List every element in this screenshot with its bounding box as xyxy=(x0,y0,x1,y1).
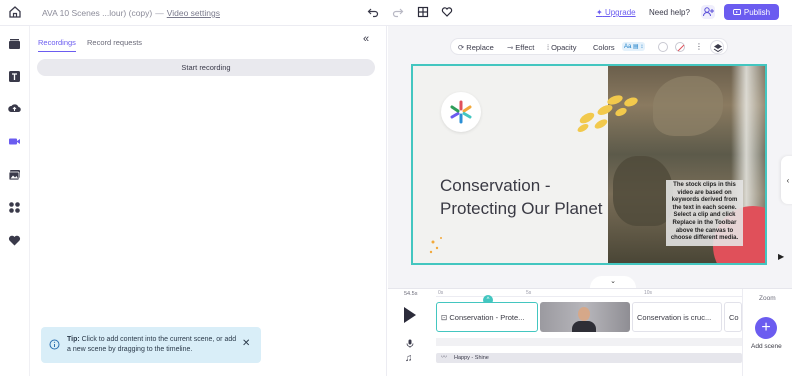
scene-clip-2[interactable] xyxy=(540,302,630,332)
tab-record-requests[interactable]: Record requests xyxy=(87,38,142,47)
scene-canvas[interactable]: Conservation - Protecting Our Planet The… xyxy=(411,64,767,265)
rock-shape xyxy=(613,156,673,226)
info-icon xyxy=(49,339,60,350)
scene-label: ⊡ Conservation - Prote... xyxy=(441,313,524,322)
heart-icon[interactable] xyxy=(441,6,453,18)
color-swatch-none[interactable] xyxy=(675,42,685,52)
tip-message: Click to add content into the current sc… xyxy=(67,336,237,353)
tip-banner: Tip: Click to add content into the curre… xyxy=(41,327,261,363)
project-title: AVA 10 Scenes ...lour) (copy) — Video sett… xyxy=(42,8,220,18)
project-name[interactable]: AVA 10 Scenes ...lour) (copy) xyxy=(42,8,152,18)
opacity-label: Opacity xyxy=(551,43,577,52)
ruler-tick: 10s xyxy=(644,290,653,296)
video-settings-link[interactable]: Video settings xyxy=(167,8,220,18)
left-rail xyxy=(0,26,30,376)
collapse-panel-icon[interactable]: « xyxy=(363,33,369,45)
colors-button[interactable]: Colors xyxy=(593,43,615,52)
brand-heart-icon[interactable] xyxy=(8,234,21,247)
scene-clip-3[interactable]: Conservation is cruc... xyxy=(632,302,722,332)
opacity-icon: ⁞ xyxy=(547,43,550,52)
scene-clip-4[interactable]: Co xyxy=(724,302,742,332)
add-user-button[interactable] xyxy=(701,5,715,19)
sparkle-icon: ✦ xyxy=(596,8,603,17)
replace-label: Replace xyxy=(466,43,494,52)
tip-label: Tip: xyxy=(67,336,80,343)
timeline-ruler[interactable]: 0s 5s 10s xyxy=(436,289,742,297)
canvas-toolbar: ⟳ Replace ⊸ Effect ⁞ Opacity Colors Aa ▤ ↕ … xyxy=(450,38,728,55)
font-style-label: Aa xyxy=(624,44,632,50)
scene-headline[interactable]: Conservation - Protecting Our Planet xyxy=(440,174,610,220)
redo-icon[interactable] xyxy=(392,6,404,18)
timeline: 54.5s 0s 5s 10s ^ ⊡ Conservation - Prote… xyxy=(388,288,792,376)
yellow-brush-strokes xyxy=(577,95,638,132)
presenter-thumbnail xyxy=(578,307,590,321)
more-options-icon[interactable]: ⋮ xyxy=(695,42,703,51)
total-duration: 54.5s xyxy=(404,291,418,297)
music-track[interactable]: 〰 Happy - Shine xyxy=(436,353,742,363)
scene-title: Conservation - Prote... xyxy=(449,313,525,322)
presenter-body xyxy=(572,321,596,332)
expand-right-panel-icon[interactable]: ‹ xyxy=(781,156,792,204)
tab-recordings[interactable]: Recordings xyxy=(38,38,76,52)
undo-icon[interactable] xyxy=(367,6,379,18)
tip-text: Tip: Click to add content into the curre… xyxy=(67,335,237,355)
text-icon[interactable] xyxy=(8,70,21,83)
upgrade-label: Upgrade xyxy=(604,8,636,17)
color-swatch-white[interactable] xyxy=(658,42,668,52)
video-camera-icon[interactable] xyxy=(8,135,21,148)
timeline-divider xyxy=(742,289,743,376)
help-link[interactable]: Need help? xyxy=(649,8,690,17)
scene-clip-1[interactable]: ⊡ Conservation - Prote... xyxy=(436,302,538,332)
collapse-timeline-icon[interactable]: ⌄ xyxy=(590,276,636,288)
scene-title: Conservation is cruc... xyxy=(637,313,712,322)
effect-label: Effect xyxy=(515,43,535,52)
zoom-label[interactable]: Zoom xyxy=(759,295,776,302)
top-bar: AVA 10 Scenes ...lour) (copy) — Video sett… xyxy=(0,0,792,26)
home-icon[interactable] xyxy=(8,5,22,19)
microphone-icon[interactable] xyxy=(406,339,414,348)
replace-button[interactable]: ⟳ Replace xyxy=(458,43,494,52)
scene-title: Co xyxy=(729,313,739,322)
ruler-tick: 0s xyxy=(438,290,444,296)
effect-icon: ⊸ xyxy=(507,43,514,52)
rock-shape xyxy=(653,76,723,136)
grid-icon[interactable] xyxy=(417,6,429,18)
title-separator: — xyxy=(155,8,164,18)
logo-badge[interactable] xyxy=(441,92,481,132)
waveform-icon: 〰 xyxy=(441,355,448,361)
opacity-button[interactable]: ⁞ Opacity xyxy=(547,43,577,52)
ruler-tick: 5s xyxy=(526,290,532,296)
add-user-icon xyxy=(703,7,714,17)
scenes-icon[interactable] xyxy=(8,38,21,51)
layers-icon xyxy=(713,44,723,53)
add-scene-label[interactable]: Add scene xyxy=(751,343,782,350)
publish-button[interactable]: Publish xyxy=(724,4,779,20)
no-color-icon xyxy=(677,44,685,52)
layers-button[interactable] xyxy=(710,40,724,54)
replace-icon: ⟳ xyxy=(458,43,465,52)
next-scene-arrow-icon[interactable]: ▶ xyxy=(778,252,784,261)
voiceover-track[interactable] xyxy=(436,338,742,346)
media-library-icon[interactable] xyxy=(8,168,21,181)
publish-icon xyxy=(732,9,741,15)
brand-logo-icon xyxy=(450,100,472,124)
stock-clip-info-overlay[interactable]: The stock clips in this video are based … xyxy=(666,180,743,246)
recordings-panel: Recordings Record requests « Start recor… xyxy=(30,26,387,376)
orange-dots-decoration xyxy=(429,237,442,254)
music-icon[interactable]: ♫ xyxy=(405,353,413,364)
close-icon[interactable]: ✕ xyxy=(242,338,250,349)
add-scene-button[interactable]: + xyxy=(755,317,777,339)
effect-button[interactable]: ⊸ Effect xyxy=(507,43,534,52)
upgrade-link[interactable]: ✦ Upgrade xyxy=(596,8,636,17)
publish-label: Publish xyxy=(743,7,771,17)
elements-icon[interactable] xyxy=(8,201,21,214)
upload-icon[interactable] xyxy=(8,102,21,115)
start-recording-button[interactable]: Start recording xyxy=(37,59,375,76)
font-style-button[interactable]: Aa ▤ ↕ xyxy=(622,42,646,51)
play-icon[interactable] xyxy=(404,307,416,323)
music-track-title: Happy - Shine xyxy=(454,355,489,361)
